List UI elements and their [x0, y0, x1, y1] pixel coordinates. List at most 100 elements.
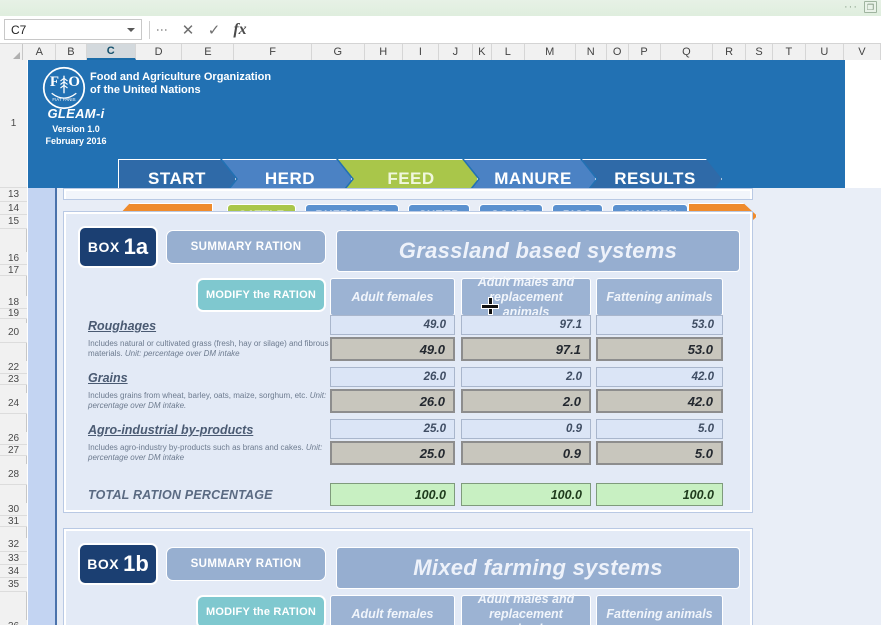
banner-right-gutter	[845, 60, 881, 188]
row-header-1[interactable]: 1	[0, 60, 27, 188]
confirm-entry-icon[interactable]: ✓	[201, 19, 227, 41]
column-header-C[interactable]: C	[86, 44, 136, 60]
box-1a-summary-ration: BOX 1a SUMMARY RATION Grassland based sy…	[64, 212, 752, 512]
column-header-U[interactable]: U	[805, 44, 844, 60]
ration-input-cell[interactable]: 0.9	[461, 419, 591, 439]
column-header-L[interactable]: L	[491, 44, 525, 60]
column-header-F[interactable]: F	[234, 44, 312, 60]
ration-input-cell[interactable]: 2.0	[461, 367, 591, 387]
select-all-corner[interactable]	[0, 44, 24, 60]
row-header-14[interactable]: 14	[0, 202, 27, 215]
column-header-Q[interactable]: Q	[660, 44, 714, 60]
gleam-tool-name: GLEAM-i	[47, 106, 105, 121]
ration-input-cell[interactable]: 97.1	[461, 315, 591, 335]
divider	[149, 20, 150, 39]
row-header-15[interactable]: 15	[0, 215, 27, 229]
formula-bar-grip-icon[interactable]: ⋮	[155, 24, 169, 36]
column-header-V[interactable]: V	[843, 44, 881, 60]
total-ration-cell: 100.0	[461, 483, 591, 506]
box-1a-tag: BOX 1a	[78, 226, 158, 268]
ration-input-cell[interactable]: 49.0	[330, 315, 455, 335]
row-header-32[interactable]: 32	[0, 538, 27, 552]
formula-input[interactable]	[257, 19, 877, 40]
column-header-I[interactable]: I	[402, 44, 439, 60]
chevron-down-icon[interactable]	[127, 27, 135, 32]
column-header-K[interactable]: K	[472, 44, 492, 60]
column-header-N[interactable]: N	[575, 44, 607, 60]
ration-value-cell[interactable]: 26.0	[330, 389, 455, 413]
ration-value-cell[interactable]: 53.0	[596, 337, 723, 361]
row-header-19[interactable]: 19	[0, 308, 27, 319]
row-header-36[interactable]: 36	[0, 620, 27, 625]
cancel-entry-icon[interactable]: ✕	[175, 19, 201, 41]
column-header-J[interactable]: J	[439, 44, 473, 60]
row-header-26[interactable]: 26	[0, 432, 27, 445]
box-1b-system-title: Mixed farming systems	[336, 547, 740, 589]
ration-input-cell[interactable]: 53.0	[596, 315, 723, 335]
ration-value-cell[interactable]: 2.0	[461, 389, 591, 413]
ration-value-cell[interactable]: 5.0	[596, 441, 723, 465]
ration-value-cell[interactable]: 42.0	[596, 389, 723, 413]
formula-bar: C7 ⋮ ✕ ✓ fx	[0, 16, 881, 44]
row-header-20[interactable]: 20	[0, 323, 27, 343]
name-box[interactable]: C7	[4, 19, 142, 40]
row-header-35[interactable]: 35	[0, 578, 27, 592]
column-header-M[interactable]: M	[524, 44, 576, 60]
modify-ration-button-1b[interactable]: MODIFY the RATION	[196, 595, 326, 625]
ration-input-cell[interactable]: 5.0	[596, 419, 723, 439]
total-ration-cell: 100.0	[596, 483, 723, 506]
row-header-17[interactable]: 17	[0, 265, 27, 276]
restore-window-icon[interactable]: ❐	[864, 1, 877, 13]
fao-org-line1: Food and Agriculture Organization	[90, 71, 272, 83]
fao-org-line2: of the United Nations	[90, 84, 201, 96]
column-header-G[interactable]: G	[311, 44, 365, 60]
box-1a-summary-label: SUMMARY RATION	[166, 230, 326, 264]
column-header-E[interactable]: E	[182, 44, 235, 60]
feed-category-label: Grains	[88, 371, 128, 385]
more-options-icon[interactable]: ···	[844, 1, 858, 13]
worksheet-background-right	[760, 188, 881, 625]
row-header-24[interactable]: 24	[0, 393, 27, 414]
insert-function-icon[interactable]: fx	[227, 19, 253, 41]
ration-input-cell[interactable]: 26.0	[330, 367, 455, 387]
column-header-R[interactable]: R	[713, 44, 747, 60]
column-header-B[interactable]: B	[56, 44, 87, 60]
column-header-O[interactable]: O	[606, 44, 629, 60]
svg-text:O: O	[68, 74, 80, 90]
ration-value-cell[interactable]: 49.0	[330, 337, 455, 361]
ration-value-cell[interactable]: 0.9	[461, 441, 591, 465]
row-header-16[interactable]: 16	[0, 252, 27, 265]
ration-value-cell[interactable]: 97.1	[461, 337, 591, 361]
row-header-34[interactable]: 34	[0, 565, 27, 578]
gleam-version: Version 1.0	[52, 124, 100, 134]
column-header-T[interactable]: T	[772, 44, 806, 60]
gleam-app-banner: F O FIAT PANIS Food and Agriculture Orga…	[28, 60, 845, 247]
row-header-23[interactable]: 23	[0, 374, 27, 385]
gleam-version-block: GLEAM-i Version 1.0 February 2016	[36, 106, 116, 146]
row-header-28[interactable]: 28	[0, 464, 27, 485]
ration-input-cell[interactable]: 42.0	[596, 367, 723, 387]
row-header-22[interactable]: 22	[0, 361, 27, 374]
ration-input-cell[interactable]: 25.0	[330, 419, 455, 439]
box-1b-summary-label: SUMMARY RATION	[166, 547, 326, 581]
column-header-D[interactable]: D	[135, 44, 183, 60]
modify-ration-button-1a[interactable]: MODIFY the RATION	[196, 278, 326, 312]
feed-category-description: Includes grains from wheat, barley, oats…	[88, 391, 327, 410]
column-header-S[interactable]: S	[746, 44, 773, 60]
column-header-P[interactable]: P	[628, 44, 661, 60]
box-tag-id: 1a	[123, 234, 149, 259]
box-1a-system-title: Grassland based systems	[336, 230, 740, 272]
fao-wheat-logo-icon: F O FIAT PANIS	[42, 66, 86, 110]
row-header-30[interactable]: 30	[0, 503, 27, 516]
column-header-A[interactable]: A	[23, 44, 57, 60]
gleam-date: February 2016	[45, 136, 107, 146]
row-header-31[interactable]: 31	[0, 516, 27, 527]
partial-box-above	[64, 189, 752, 199]
column-header-H[interactable]: H	[364, 44, 403, 60]
row-header-33[interactable]: 33	[0, 552, 27, 565]
ration-value-cell[interactable]: 25.0	[330, 441, 455, 465]
row-header-27[interactable]: 27	[0, 445, 27, 456]
name-box-value: C7	[11, 22, 27, 37]
column-header-fattening-1a: Fattening animals	[596, 278, 723, 316]
row-header-13[interactable]: 13	[0, 188, 27, 202]
